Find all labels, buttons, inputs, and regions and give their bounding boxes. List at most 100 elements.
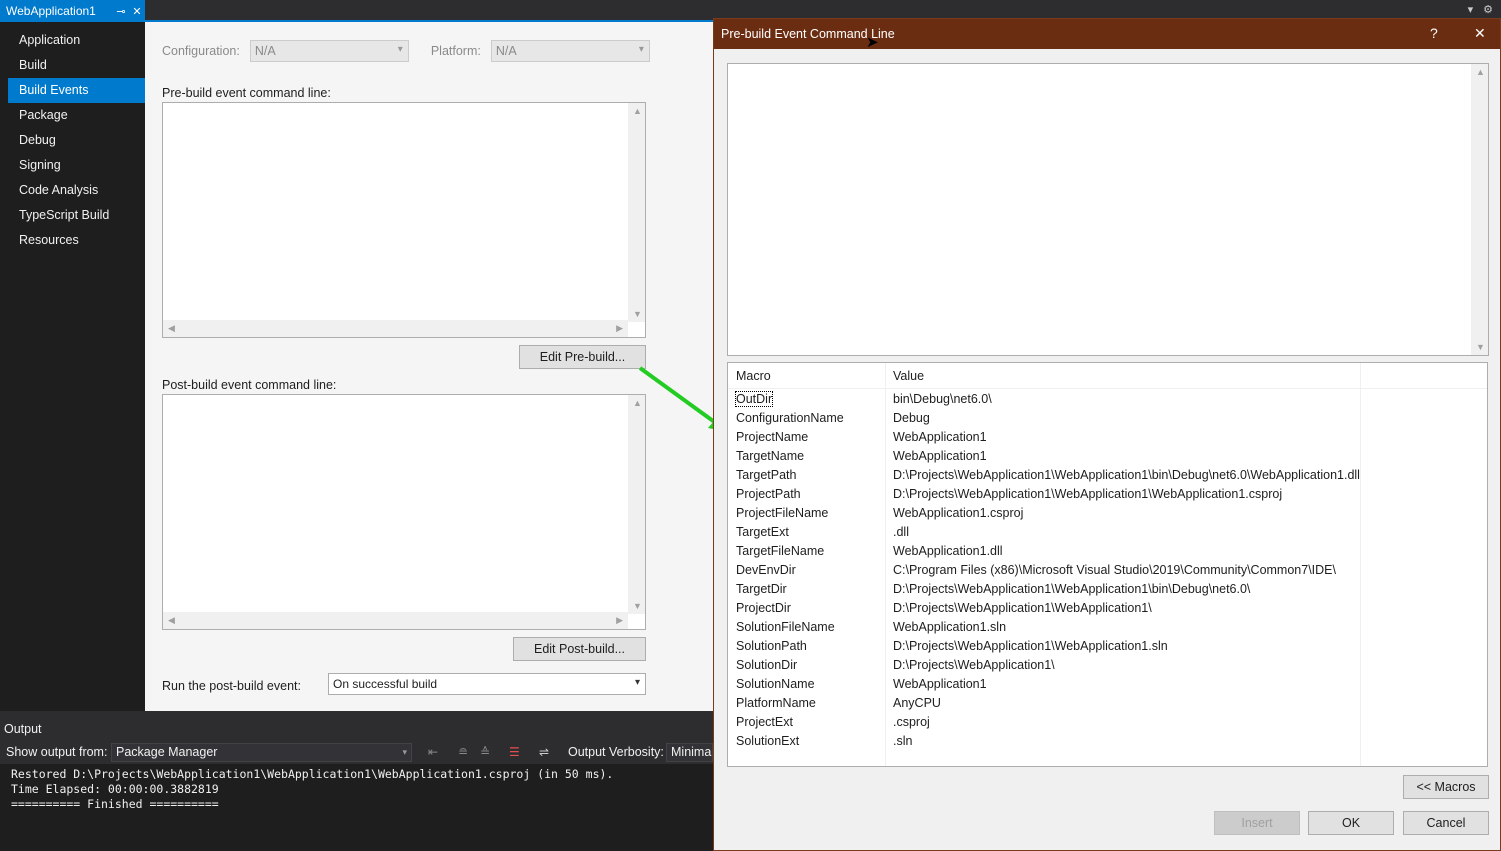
macro-name: TargetName [736,449,805,463]
table-row[interactable]: SolutionName WebApplication1 [728,674,1487,693]
column-header-value[interactable]: Value [893,369,924,383]
word-wrap-icon[interactable]: ⇌ [539,745,549,759]
run-postbuild-label: Run the post-build event: [162,679,301,693]
table-row[interactable]: DevEnvDir C:\Program Files (x86)\Microsof… [728,560,1487,579]
nav-item-typescript-build[interactable]: TypeScript Build [0,203,145,228]
run-postbuild-select[interactable]: On successful build ▾ [328,673,646,695]
scroll-down-icon[interactable]: ▼ [1476,342,1485,352]
table-row[interactable]: ProjectDir D:\Projects\WebApplication1\We… [728,598,1487,617]
macro-table-header: Macro Value [728,363,1487,389]
output-line: Restored D:\Projects\WebApplication1\Web… [11,767,614,781]
macro-value: WebApplication1 [893,449,987,463]
table-row[interactable]: ProjectExt .csproj [728,712,1487,731]
table-row[interactable]: OutDir bin\Debug\net6.0\ [728,389,1487,408]
table-row[interactable]: SolutionPath D:\Projects\WebApplication1\… [728,636,1487,655]
nav-item-application[interactable]: Application [0,28,145,53]
table-row[interactable]: PlatformName AnyCPU [728,693,1487,712]
command-line-editor[interactable]: ▲ ▼ [727,63,1489,356]
nav-item-package[interactable]: Package [0,103,145,128]
output-verbosity-value: Minima [671,745,712,759]
table-row[interactable]: TargetExt .dll [728,522,1487,541]
table-row[interactable]: TargetFileName WebApplication1.dll [728,541,1487,560]
postbuild-command-input[interactable]: ▲ ▼ ◀ ▶ [162,394,646,630]
macro-name: TargetPath [736,468,797,482]
nav-item-debug[interactable]: Debug [0,128,145,153]
scroll-right-icon[interactable]: ▶ [616,323,623,334]
table-row[interactable]: TargetName WebApplication1 [728,446,1487,465]
clear-all-icon[interactable]: ☰ [509,745,520,759]
nav-item-resources[interactable]: Resources [0,228,145,253]
configuration-select[interactable]: N/A ▾ [249,40,409,62]
output-title: Output [4,722,42,736]
table-row[interactable]: TargetPath D:\Projects\WebApplication1\We… [728,465,1487,484]
macro-name: ConfigurationName [736,411,844,425]
vertical-scrollbar[interactable]: ▲ ▼ [1471,64,1488,355]
nav-item-signing[interactable]: Signing [0,153,145,178]
prebuild-command-input[interactable]: ▲ ▼ ◀ ▶ [162,102,646,338]
table-row[interactable]: ProjectPath D:\Projects\WebApplication1\W… [728,484,1487,503]
table-row[interactable]: SolutionDir D:\Projects\WebApplication1\ [728,655,1487,674]
nav-item-build[interactable]: Build [0,53,145,78]
macro-name: TargetExt [736,525,789,539]
macro-name: DevEnvDir [736,563,796,577]
macro-name: SolutionPath [736,639,807,653]
macro-name: SolutionDir [736,658,798,672]
output-log: Restored D:\Projects\WebApplication1\Web… [0,764,713,851]
pin-icon[interactable]: ⊸ [113,5,129,18]
document-tab[interactable]: WebApplication1 ⊸ ✕ [0,0,145,22]
scroll-down-icon[interactable]: ▼ [633,309,642,319]
table-row[interactable]: ConfigurationName Debug [728,408,1487,427]
vertical-scrollbar[interactable]: ▲ ▼ [628,103,645,322]
nav-item-code-analysis[interactable]: Code Analysis [0,178,145,203]
table-row[interactable]: TargetDir D:\Projects\WebApplication1\Web… [728,579,1487,598]
output-pane: Output Show output from: Package Manager… [0,711,713,851]
next-message-icon[interactable]: ≙ [480,745,490,759]
macro-value: D:\Projects\WebApplication1\WebApplicati… [893,601,1152,615]
postbuild-label: Post-build event command line: [162,378,337,392]
output-line: Time Elapsed: 00:00:00.3882819 [11,782,219,796]
scroll-left-icon[interactable]: ◀ [168,615,175,626]
output-source-select[interactable]: Package Manager ▾ [111,743,412,762]
output-verbosity-select[interactable]: Minima [666,743,713,762]
cancel-button[interactable]: Cancel [1403,811,1489,835]
insert-button[interactable]: Insert [1214,811,1300,835]
macro-value: WebApplication1.dll [893,544,1003,558]
scroll-up-icon[interactable]: ▲ [633,106,642,116]
macro-value: .csproj [893,715,930,729]
scroll-right-icon[interactable]: ▶ [616,615,623,626]
chevron-down-icon[interactable]: ▾ [1468,3,1474,16]
horizontal-scrollbar[interactable]: ◀ ▶ [163,612,628,629]
scroll-up-icon[interactable]: ▲ [1476,67,1485,77]
macros-toggle-button[interactable]: << Macros [1403,775,1489,799]
macro-name: ProjectFileName [736,506,829,520]
close-icon[interactable]: ✕ [1474,25,1486,42]
platform-select[interactable]: N/A ▾ [490,40,650,62]
macro-value: D:\Projects\WebApplication1\ [893,658,1055,672]
ok-button[interactable]: OK [1308,811,1394,835]
macro-table: Macro Value OutDir bin\Debug\net6.0\ Confi… [727,362,1488,767]
macro-value: D:\Projects\WebApplication1\WebApplicati… [893,639,1168,653]
chevron-down-icon: ▾ [638,44,644,55]
show-output-label: Show output from: [6,745,108,759]
scroll-down-icon[interactable]: ▼ [633,601,642,611]
dialog-title-bar: Pre-build Event Command Line ? ✕ [714,19,1500,49]
previous-message-icon[interactable]: ≘ [458,745,468,759]
macro-value: .sln [893,734,913,748]
column-header-macro[interactable]: Macro [736,369,771,383]
edit-postbuild-button[interactable]: Edit Post-build... [513,637,646,661]
configuration-value: N/A [254,44,276,58]
table-row[interactable]: SolutionFileName WebApplication1.sln [728,617,1487,636]
help-icon[interactable]: ? [1430,25,1438,41]
scroll-left-icon[interactable]: ◀ [168,323,175,334]
nav-item-build-events[interactable]: Build Events [8,78,152,103]
table-row[interactable]: ProjectName WebApplication1 [728,427,1487,446]
find-message-icon[interactable]: ⇤ [428,745,438,759]
macro-value: D:\Projects\WebApplication1\WebApplicati… [893,582,1251,596]
close-icon[interactable]: ✕ [129,5,145,18]
table-row[interactable]: SolutionExt .sln [728,731,1487,750]
horizontal-scrollbar[interactable]: ◀ ▶ [163,320,628,337]
configuration-label: Configuration: [162,44,240,58]
gear-icon[interactable]: ⚙ [1483,3,1493,16]
edit-prebuild-button[interactable]: Edit Pre-build... [519,345,646,369]
table-row[interactable]: ProjectFileName WebApplication1.csproj [728,503,1487,522]
